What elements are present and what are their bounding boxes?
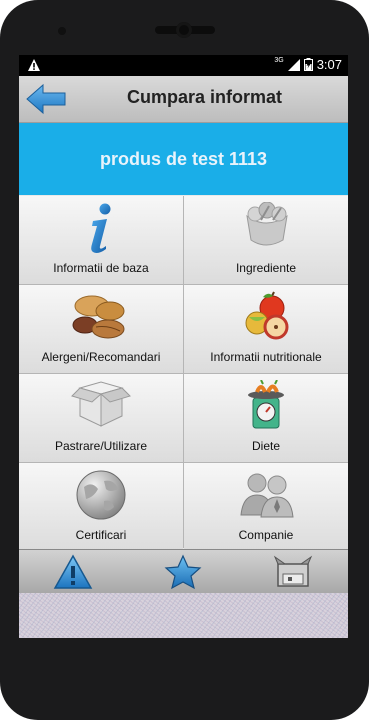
menu-item-nutrition[interactable]: Informatii nutritionale	[184, 285, 348, 373]
scanner-icon[interactable]	[273, 554, 313, 590]
menu-item-basic-info[interactable]: Informatii de baza	[19, 196, 183, 284]
status-bar: 3G 3:07	[19, 55, 348, 76]
menu-item-label: Diete	[251, 439, 280, 453]
scale-icon	[248, 380, 284, 429]
clock: 3:07	[316, 57, 342, 72]
globe-icon	[76, 470, 126, 520]
menu-item-diets[interactable]: Diete	[184, 374, 348, 462]
menu-item-ingredients[interactable]: Ingrediente	[184, 196, 348, 284]
back-arrow-icon[interactable]	[25, 82, 67, 116]
warning-notification-icon	[28, 59, 40, 71]
menu-item-certifications[interactable]: Certificari	[19, 463, 183, 551]
menu-item-label: Alergeni/Recomandari	[41, 350, 161, 364]
product-banner: produs de test 1113	[19, 123, 348, 195]
bottom-toolbar	[19, 549, 348, 594]
menu-item-label: Certificari	[75, 528, 127, 542]
fruits-icon	[245, 291, 289, 340]
ingredients-icon	[246, 202, 288, 246]
front-camera	[176, 22, 192, 38]
ad-banner-area	[19, 593, 348, 638]
info-icon	[91, 203, 111, 253]
menu-item-label: Pastrare/Utilizare	[54, 439, 148, 453]
battery-icon	[303, 58, 313, 71]
front-sensor	[58, 27, 66, 35]
nuts-icon	[72, 295, 125, 339]
page-title: Cumpara informat	[126, 87, 283, 107]
menu-grid: Informatii de baza Ingrediente Alergeni/…	[19, 196, 348, 551]
action-bar: Cumpara informat	[19, 76, 348, 123]
menu-item-allergens[interactable]: Alergeni/Recomandari	[19, 285, 183, 373]
warning-icon[interactable]	[53, 554, 93, 590]
menu-item-label: Informatii de baza	[53, 261, 149, 275]
menu-item-label: Companie	[238, 528, 294, 542]
signal-icon	[287, 58, 300, 71]
screen: 3G 3:07 Cumpara informat produs de test …	[19, 55, 348, 638]
product-name: produs de test 1113	[99, 148, 268, 169]
menu-item-label: Ingrediente	[235, 261, 297, 275]
menu-item-company[interactable]: Companie	[184, 463, 348, 551]
menu-item-storage[interactable]: Pastrare/Utilizare	[19, 374, 183, 462]
network-type: 3G	[274, 57, 284, 64]
menu-item-label: Informatii nutritionale	[210, 350, 322, 364]
phone-frame: 3G 3:07 Cumpara informat produs de test …	[0, 0, 369, 720]
box-icon	[71, 381, 131, 427]
people-icon	[240, 473, 294, 518]
star-icon[interactable]	[163, 554, 203, 590]
